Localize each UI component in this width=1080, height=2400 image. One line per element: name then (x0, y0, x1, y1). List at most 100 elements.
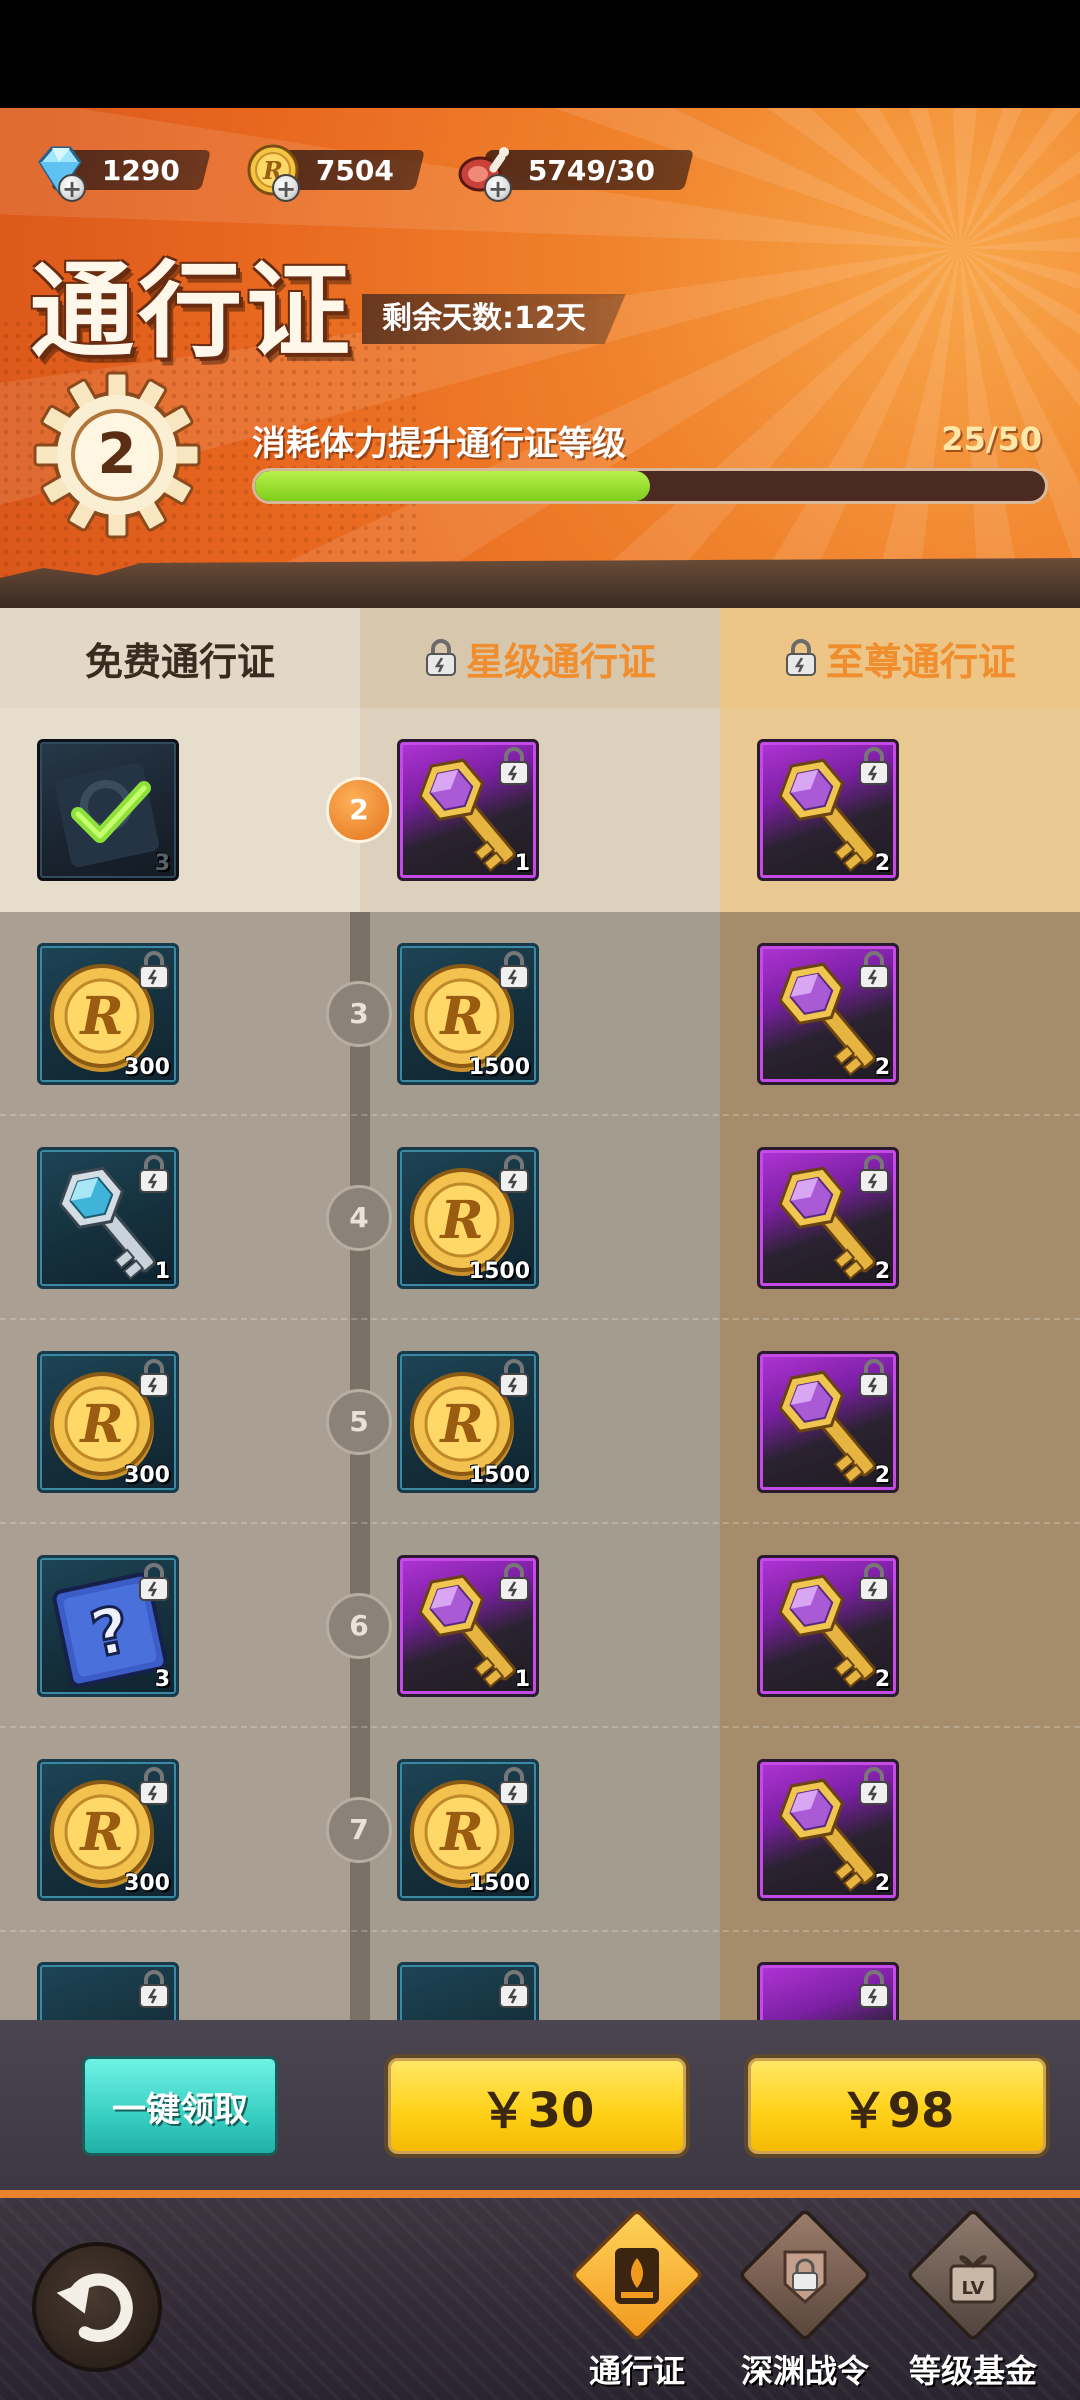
reward-quantity: 2 (874, 1259, 890, 1284)
reward-item-gold-key[interactable]: 2 (757, 1555, 899, 1697)
reward-item-partial[interactable] (757, 1962, 899, 2020)
lock-icon (499, 1970, 529, 2008)
reward-quantity: 1500 (468, 1871, 530, 1896)
reward-row: R 300 R 1500 2 (0, 912, 1080, 1116)
nav-label: 深渊战令 (740, 2352, 869, 2390)
svg-text:R: R (438, 986, 483, 1047)
level-description: 消耗体力提升通行证等级 (252, 424, 626, 464)
lock-icon (139, 1563, 169, 1601)
level-progress-text: 25/50 (941, 420, 1042, 458)
lock-icon (499, 1563, 529, 1601)
reward-item-gold-key[interactable]: 1 (397, 1555, 539, 1697)
reward-item-coin[interactable]: R 1500 (397, 1759, 539, 1901)
reward-item-gold-key[interactable]: 2 (757, 943, 899, 1085)
reward-quantity: 1500 (468, 1055, 530, 1080)
reward-item-partial[interactable] (397, 1962, 539, 2020)
level-node: 6 (326, 1593, 392, 1659)
reward-item-coin[interactable]: R 300 (37, 943, 179, 1085)
resource-diamond[interactable]: 1290 + (30, 144, 211, 203)
buy-supreme-pass-button[interactable]: ￥98 (744, 2054, 1050, 2158)
lock-icon (859, 747, 889, 785)
reward-list[interactable]: 3 1 2 2 R 300 R 1500 2 3 1 R 1500 2 4 R 300 R 1500 2 5? 3 1 2 6 R… (0, 708, 1080, 2020)
reward-item-gold-key[interactable]: 2 (757, 1147, 899, 1289)
nav-label: 等级基金 (908, 2352, 1037, 2390)
pass-header: 1290 + 7504 R + 5749/30 + 通行证 剩余天数:12天 2… (0, 108, 1080, 608)
lock-icon (859, 1563, 889, 1601)
reward-item-coin[interactable]: R 1500 (397, 1147, 539, 1289)
reward-quantity: 1500 (468, 1259, 530, 1284)
lock-icon (425, 639, 456, 676)
nav-level-fund[interactable]: LV 等级基金 (898, 2207, 1048, 2392)
reward-row: 1 R 1500 2 (0, 1116, 1080, 1320)
reward-quantity: 2 (874, 851, 890, 876)
reward-quantity: 2 (874, 1667, 890, 1692)
reward-item-coin[interactable]: R 300 (37, 1759, 179, 1901)
lock-icon (499, 1155, 529, 1193)
svg-text:LV: LV (962, 2278, 985, 2299)
coin-count: 7504 (316, 153, 394, 187)
page-title: 通行证 (30, 250, 355, 372)
nav-pass[interactable]: 通行证 (562, 2207, 712, 2392)
status-bar (0, 0, 1080, 108)
reward-row: R 300 R 1500 2 (0, 1728, 1080, 1932)
level-node: 4 (326, 1185, 392, 1251)
reward-item-partial[interactable] (37, 1962, 179, 2020)
pass-tabs: 免费通行证 星级通行证 至尊通行证 (0, 608, 1080, 708)
resource-stamina[interactable]: 5749/30 + (456, 144, 695, 203)
nav-abyss-order[interactable]: 深渊战令 (730, 2207, 880, 2392)
reward-quantity: 3 (154, 851, 170, 876)
svg-text:R: R (78, 1802, 123, 1863)
reward-item-gold-key[interactable]: 2 (757, 1759, 899, 1901)
tab-label: 星级通行证 (465, 639, 656, 684)
ground-decoration (0, 558, 1080, 608)
reward-quantity: 300 (124, 1055, 170, 1080)
lock-icon (499, 747, 529, 785)
lock-icon (785, 639, 816, 676)
add-coin-icon[interactable]: + (272, 174, 300, 203)
lock-icon (139, 1767, 169, 1805)
lock-icon (859, 1359, 889, 1397)
reward-quantity: 300 (124, 1463, 170, 1488)
purchase-bar: 一键领取 ￥30 ￥98 (0, 2020, 1080, 2198)
reward-item-silver-key[interactable]: 1 (37, 1147, 179, 1289)
lock-icon (499, 951, 529, 989)
back-arrow-icon (56, 2273, 133, 2342)
reward-item-coin[interactable]: R 1500 (397, 1351, 539, 1493)
pass-icon (615, 2248, 659, 2304)
lock-icon (859, 1970, 889, 2008)
reward-item-gold-key[interactable]: 2 (757, 1351, 899, 1493)
reward-item-gold-key[interactable]: 2 (757, 739, 899, 881)
tab-star-pass[interactable]: 星级通行证 (360, 608, 720, 708)
svg-text:R: R (78, 986, 123, 1047)
reward-quantity: 300 (124, 1871, 170, 1896)
reward-item-coin[interactable]: R 300 (37, 1351, 179, 1493)
svg-text:R: R (438, 1802, 483, 1863)
days-remaining: 剩余天数:12天 (362, 294, 626, 344)
back-button[interactable] (32, 2242, 162, 2372)
lock-icon (139, 951, 169, 989)
resource-coin[interactable]: 7504 R + (244, 144, 425, 203)
add-stamina-icon[interactable]: + (484, 174, 512, 203)
lock-icon (859, 1155, 889, 1193)
tab-free-pass[interactable]: 免费通行证 (0, 608, 360, 708)
svg-text:R: R (438, 1190, 483, 1251)
diamond-count: 1290 (102, 153, 180, 187)
stamina-count: 5749/30 (528, 153, 656, 187)
pass-level: 2 (97, 422, 137, 487)
reward-row: R 300 R 1500 2 (0, 1320, 1080, 1524)
claim-all-button[interactable]: 一键领取 (82, 2056, 278, 2156)
reward-quantity: 1 (154, 1259, 170, 1284)
reward-item-mystery-box[interactable]: ? 3 (37, 1555, 179, 1697)
add-diamond-icon[interactable]: + (58, 174, 86, 203)
reward-item-coin[interactable]: R 1500 (397, 943, 539, 1085)
reward-quantity: 1 (514, 851, 530, 876)
reward-item-gold-key[interactable]: 1 (397, 739, 539, 881)
level-gear: 2 (32, 370, 202, 540)
bottom-nav: 通行证 深渊战令 LV 等级基金 (0, 2198, 1080, 2400)
nav-label: 通行证 (588, 2352, 685, 2390)
reward-item-claimed[interactable]: 3 (37, 739, 179, 881)
buy-star-pass-button[interactable]: ￥30 (384, 2054, 690, 2158)
svg-text:R: R (438, 1394, 483, 1455)
reward-row: 3 1 2 (0, 708, 1080, 912)
tab-supreme-pass[interactable]: 至尊通行证 (720, 608, 1080, 708)
